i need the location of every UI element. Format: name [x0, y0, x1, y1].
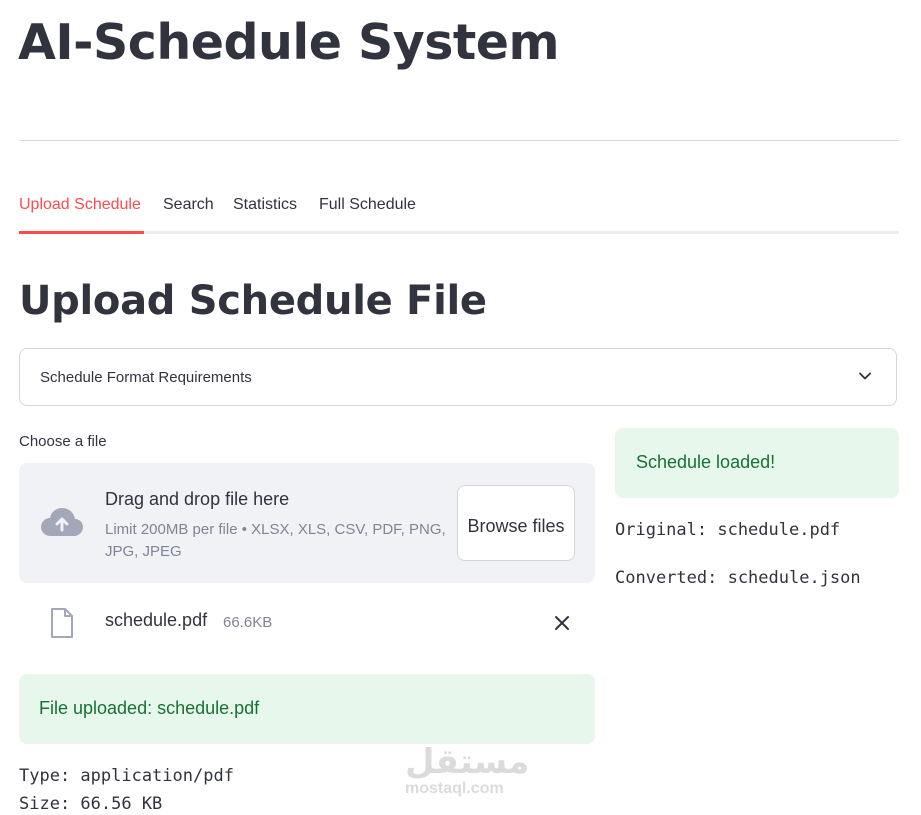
uploaded-file-size: 66.6KB	[223, 614, 273, 631]
tab-full-schedule[interactable]: Full Schedule	[319, 196, 416, 214]
format-requirements-expander[interactable]: Schedule Format Requirements	[19, 348, 897, 406]
tab-search[interactable]: Search	[163, 196, 214, 214]
close-icon[interactable]	[553, 614, 571, 632]
divider	[19, 140, 899, 141]
watermark-arabic: مستقل	[405, 742, 530, 782]
active-tab-indicator	[19, 231, 144, 234]
watermark-latin: mostaql.com	[405, 780, 504, 797]
uploaded-file-name: schedule.pdf	[105, 610, 208, 630]
dropzone-title: Drag and drop file here	[105, 489, 290, 509]
tab-bar: Upload Schedule Search Statistics Full S…	[19, 190, 899, 234]
schedule-loaded-text: Schedule loaded!	[636, 452, 776, 472]
file-uploader-label: Choose a file	[19, 433, 107, 450]
dropzone-limit-text: Limit 200MB per file • XLSX, XLS, CSV, P…	[105, 521, 446, 560]
cloud-upload-icon	[41, 508, 83, 536]
tab-statistics[interactable]: Statistics	[233, 196, 297, 214]
converted-file-text: Converted: schedule.json	[615, 568, 861, 588]
file-icon	[51, 608, 73, 638]
tab-upload-schedule[interactable]: Upload Schedule	[19, 196, 141, 214]
app-title: AI-Schedule System	[18, 14, 560, 71]
upload-success-alert: File uploaded: schedule.pdf	[19, 674, 595, 744]
tab-bar-line	[19, 231, 899, 234]
file-size-text: Size: 66.56 KB	[19, 794, 163, 814]
browse-files-button[interactable]: Browse files	[457, 485, 575, 561]
uploaded-file-row: schedule.pdf 66.6KB	[19, 600, 595, 648]
file-dropzone[interactable]: Drag and drop file here Limit 200MB per …	[19, 463, 595, 583]
section-title: Upload Schedule File	[19, 278, 487, 324]
chevron-down-icon	[859, 372, 871, 380]
expander-label: Schedule Format Requirements	[40, 369, 252, 386]
watermark: مستقل mostaql.com	[405, 742, 529, 802]
file-type-text: Type: application/pdf	[19, 766, 234, 786]
upload-success-text: File uploaded: schedule.pdf	[39, 698, 260, 718]
schedule-loaded-alert: Schedule loaded!	[615, 428, 899, 498]
original-file-text: Original: schedule.pdf	[615, 520, 841, 540]
